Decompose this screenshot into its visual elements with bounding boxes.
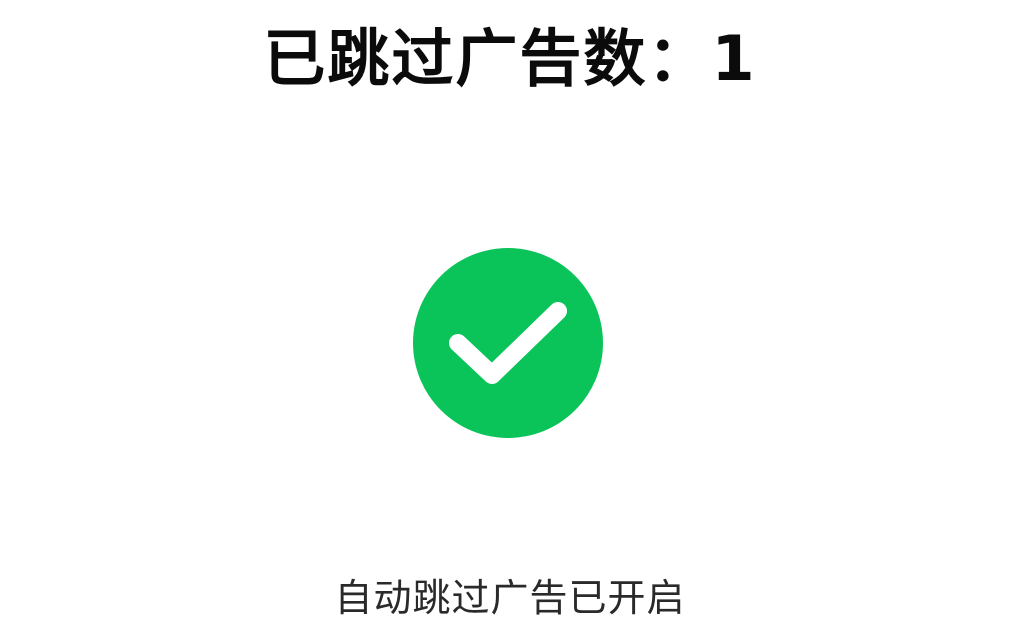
check-circle-icon [410, 245, 606, 441]
skipped-ads-counter: 已跳过广告数： 1 [0, 18, 1020, 100]
ad-skip-status-screen: 已跳过广告数： 1 自动跳过广告已开启 [0, 0, 1020, 638]
skipped-ads-count: 1 [711, 22, 757, 95]
check-circle-icon-svg [413, 248, 603, 438]
auto-skip-status-text: 自动跳过广告已开启 [334, 575, 686, 620]
skipped-ads-label: 已跳过广告数： [263, 22, 712, 95]
